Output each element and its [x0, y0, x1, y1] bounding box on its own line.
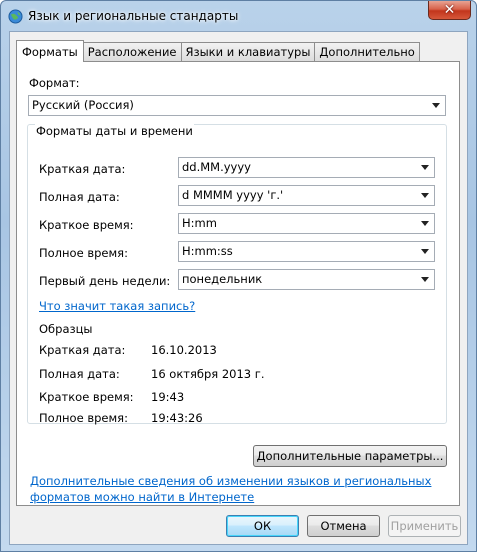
chevron-down-icon — [421, 165, 429, 170]
globe-icon — [8, 9, 23, 24]
title-bar[interactable]: Язык и региональные стандарты ✕ — [1, 1, 476, 31]
chevron-down-icon — [432, 103, 440, 108]
sample-short-time-value: 19:43 — [151, 390, 185, 404]
ok-button[interactable]: ОК — [226, 515, 299, 537]
short-time-format-value: H:mm — [182, 216, 217, 230]
first-day-of-week-select[interactable]: понедельник — [178, 269, 435, 290]
notation-help-link[interactable]: Что значит такая запись? — [39, 299, 195, 313]
long-time-format-value: H:mm:ss — [182, 244, 233, 258]
close-icon: ✕ — [443, 2, 456, 18]
dialog-window: Язык и региональные стандарты ✕ Форматы … — [0, 0, 477, 552]
long-time-format-label: Полное время: — [39, 246, 128, 260]
long-time-format-select[interactable]: H:mm:ss — [178, 241, 435, 262]
sample-long-date-value: 16 октября 2013 г. — [151, 367, 265, 381]
tab-keyboards-languages[interactable]: Языки и клавиатуры — [180, 42, 316, 61]
first-day-of-week-label: Первый день недели: — [39, 274, 171, 288]
additional-settings-button[interactable]: Дополнительные параметры... — [253, 445, 447, 467]
chevron-down-icon — [421, 221, 429, 226]
tab-location[interactable]: Расположение — [82, 42, 182, 61]
sample-long-time-value: 19:43:26 — [151, 411, 203, 425]
first-day-of-week-value: понедельник — [182, 272, 263, 286]
tab-administrative[interactable]: Дополнительно — [314, 42, 420, 61]
samples-title: Образцы — [39, 322, 93, 336]
sample-short-time-label: Краткое время: — [39, 390, 134, 404]
long-date-format-select[interactable]: d MMMM yyyy 'г.' — [178, 185, 435, 206]
window-title: Язык и региональные стандарты — [28, 9, 239, 23]
sample-long-time-label: Полное время: — [39, 411, 128, 425]
chevron-down-icon — [421, 249, 429, 254]
datetime-group-title: Форматы даты и времени — [35, 124, 194, 138]
short-date-format-value: dd.MM.yyyy — [182, 160, 251, 174]
datetime-formats-group: Форматы даты и времени Краткая дата: dd.… — [27, 124, 447, 425]
dialog-client-area: Форматы Расположение Языки и клавиатуры … — [9, 31, 468, 545]
short-time-format-select[interactable]: H:mm — [178, 213, 435, 234]
long-date-format-value: d MMMM yyyy 'г.' — [182, 188, 284, 202]
close-button[interactable]: ✕ — [428, 1, 471, 20]
format-select[interactable]: Русский (Россия) — [28, 95, 446, 116]
chevron-down-icon — [421, 277, 429, 282]
cancel-button[interactable]: Отмена — [307, 515, 380, 537]
tab-panel-formats: Формат: Русский (Россия) Форматы даты и … — [16, 61, 460, 506]
format-select-value: Русский (Россия) — [32, 98, 134, 112]
sample-long-date-label: Полная дата: — [39, 367, 120, 381]
more-info-link-line1[interactable]: Дополнительные сведения об изменении язы… — [30, 474, 431, 488]
tab-formats[interactable]: Форматы — [16, 40, 84, 62]
chevron-down-icon — [421, 193, 429, 198]
apply-button[interactable]: Применить — [388, 515, 461, 537]
short-time-format-label: Краткое время: — [39, 218, 134, 232]
format-label: Формат: — [29, 76, 80, 90]
sample-short-date-value: 16.10.2013 — [151, 343, 217, 357]
short-date-format-label: Краткая дата: — [39, 162, 126, 176]
short-date-format-select[interactable]: dd.MM.yyyy — [178, 157, 435, 178]
tab-strip: Форматы Расположение Языки и клавиатуры … — [16, 40, 420, 62]
long-date-format-label: Полная дата: — [39, 190, 120, 204]
more-info-link-line2[interactable]: форматов можно найти в Интернете — [30, 490, 254, 504]
sample-short-date-label: Краткая дата: — [39, 343, 126, 357]
